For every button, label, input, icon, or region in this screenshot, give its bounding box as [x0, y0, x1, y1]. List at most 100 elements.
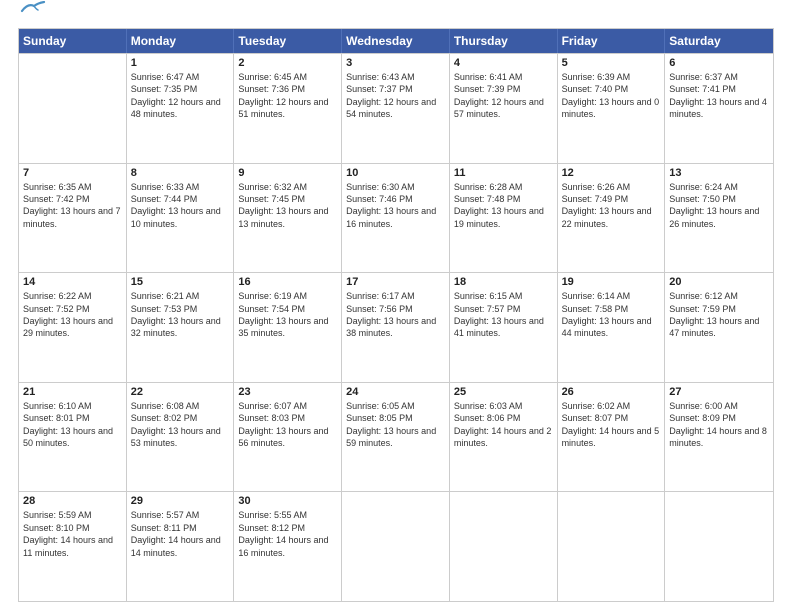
- calendar-cell: 2Sunrise: 6:45 AM Sunset: 7:36 PM Daylig…: [234, 54, 342, 163]
- calendar-cell: [19, 54, 127, 163]
- cell-info: Sunrise: 6:33 AM Sunset: 7:44 PM Dayligh…: [131, 181, 230, 231]
- calendar-cell: 30Sunrise: 5:55 AM Sunset: 8:12 PM Dayli…: [234, 492, 342, 601]
- day-number: 23: [238, 386, 337, 398]
- cell-info: Sunrise: 6:47 AM Sunset: 7:35 PM Dayligh…: [131, 71, 230, 121]
- calendar-cell: 8 Sunrise: 6:33 AM Sunset: 7:44 PM Daylig…: [127, 164, 235, 273]
- cal-header-day: Tuesday: [234, 29, 342, 53]
- calendar-cell: 22Sunrise: 6:08 AM Sunset: 8:02 PM Dayli…: [127, 383, 235, 492]
- page: SundayMondayTuesdayWednesdayThursdayFrid…: [0, 0, 792, 612]
- cell-info: Sunrise: 6:45 AM Sunset: 7:36 PM Dayligh…: [238, 71, 337, 121]
- calendar-cell: 21 Sunrise: 6:10 AM Sunset: 8:01 PM Dayli…: [19, 383, 127, 492]
- cell-info: Sunrise: 6:19 AM Sunset: 7:54 PM Dayligh…: [238, 290, 337, 340]
- cell-info: Sunrise: 6:41 AM Sunset: 7:39 PM Dayligh…: [454, 71, 553, 121]
- day-number: 19: [562, 276, 661, 288]
- day-number: 11: [454, 167, 553, 179]
- day-number: 13: [669, 167, 769, 179]
- cell-info: Sunrise: 6:14 AM Sunset: 7:58 PM Dayligh…: [562, 290, 661, 340]
- cell-info: Sunrise: 6:03 AM Sunset: 8:06 PM Dayligh…: [454, 400, 553, 450]
- cell-info: Sunrise: 6:32 AM Sunset: 7:45 PM Dayligh…: [238, 181, 337, 231]
- calendar-cell: 1 Sunrise: 6:47 AM Sunset: 7:35 PM Daylig…: [127, 54, 235, 163]
- cell-info: Sunrise: 6:08 AM Sunset: 8:02 PM Dayligh…: [131, 400, 230, 450]
- day-number: 18: [454, 276, 553, 288]
- cell-info: Sunrise: 6:15 AM Sunset: 7:57 PM Dayligh…: [454, 290, 553, 340]
- calendar-cell: 15 Sunrise: 6:21 AM Sunset: 7:53 PM Dayli…: [127, 273, 235, 382]
- calendar: SundayMondayTuesdayWednesdayThursdayFrid…: [18, 28, 774, 602]
- calendar-row: 7 Sunrise: 6:35 AM Sunset: 7:42 PM Daylig…: [19, 163, 773, 273]
- cell-info: Sunrise: 5:57 AM Sunset: 8:11 PM Dayligh…: [131, 509, 230, 559]
- calendar-cell: [665, 492, 773, 601]
- calendar-cell: [558, 492, 666, 601]
- calendar-cell: 23 Sunrise: 6:07 AM Sunset: 8:03 PM Dayli…: [234, 383, 342, 492]
- calendar-cell: 27 Sunrise: 6:00 AM Sunset: 8:09 PM Dayli…: [665, 383, 773, 492]
- calendar-header: SundayMondayTuesdayWednesdayThursdayFrid…: [19, 29, 773, 53]
- calendar-cell: 11 Sunrise: 6:28 AM Sunset: 7:48 PM Dayli…: [450, 164, 558, 273]
- cell-info: Sunrise: 6:05 AM Sunset: 8:05 PM Dayligh…: [346, 400, 445, 450]
- cal-header-day: Saturday: [665, 29, 773, 53]
- cell-info: Sunrise: 6:22 AM Sunset: 7:52 PM Dayligh…: [23, 290, 122, 340]
- day-number: 27: [669, 386, 769, 398]
- day-number: 16: [238, 276, 337, 288]
- cell-info: Sunrise: 6:26 AM Sunset: 7:49 PM Dayligh…: [562, 181, 661, 231]
- calendar-row: 1 Sunrise: 6:47 AM Sunset: 7:35 PM Daylig…: [19, 53, 773, 163]
- cell-info: Sunrise: 6:07 AM Sunset: 8:03 PM Dayligh…: [238, 400, 337, 450]
- cell-info: Sunrise: 6:37 AM Sunset: 7:41 PM Dayligh…: [669, 71, 769, 121]
- cell-info: Sunrise: 6:12 AM Sunset: 7:59 PM Dayligh…: [669, 290, 769, 340]
- calendar-row: 14Sunrise: 6:22 AM Sunset: 7:52 PM Dayli…: [19, 272, 773, 382]
- calendar-cell: 10Sunrise: 6:30 AM Sunset: 7:46 PM Dayli…: [342, 164, 450, 273]
- calendar-cell: 29 Sunrise: 5:57 AM Sunset: 8:11 PM Dayli…: [127, 492, 235, 601]
- cell-info: Sunrise: 5:59 AM Sunset: 8:10 PM Dayligh…: [23, 509, 122, 559]
- logo-bird-icon: [20, 1, 46, 17]
- calendar-cell: 9 Sunrise: 6:32 AM Sunset: 7:45 PM Daylig…: [234, 164, 342, 273]
- calendar-cell: 20 Sunrise: 6:12 AM Sunset: 7:59 PM Dayli…: [665, 273, 773, 382]
- calendar-cell: 17Sunrise: 6:17 AM Sunset: 7:56 PM Dayli…: [342, 273, 450, 382]
- day-number: 21: [23, 386, 122, 398]
- cal-header-day: Wednesday: [342, 29, 450, 53]
- day-number: 28: [23, 495, 122, 507]
- cell-info: Sunrise: 6:35 AM Sunset: 7:42 PM Dayligh…: [23, 181, 122, 231]
- calendar-cell: 14Sunrise: 6:22 AM Sunset: 7:52 PM Dayli…: [19, 273, 127, 382]
- day-number: 10: [346, 167, 445, 179]
- calendar-cell: 16 Sunrise: 6:19 AM Sunset: 7:54 PM Dayli…: [234, 273, 342, 382]
- day-number: 1: [131, 57, 230, 69]
- day-number: 26: [562, 386, 661, 398]
- cal-header-day: Monday: [127, 29, 235, 53]
- calendar-cell: 24 Sunrise: 6:05 AM Sunset: 8:05 PM Dayli…: [342, 383, 450, 492]
- day-number: 24: [346, 386, 445, 398]
- cal-header-day: Sunday: [19, 29, 127, 53]
- cell-info: Sunrise: 6:02 AM Sunset: 8:07 PM Dayligh…: [562, 400, 661, 450]
- day-number: 5: [562, 57, 661, 69]
- day-number: 4: [454, 57, 553, 69]
- calendar-cell: 25 Sunrise: 6:03 AM Sunset: 8:06 PM Dayli…: [450, 383, 558, 492]
- calendar-row: 28 Sunrise: 5:59 AM Sunset: 8:10 PM Dayli…: [19, 491, 773, 601]
- day-number: 20: [669, 276, 769, 288]
- day-number: 12: [562, 167, 661, 179]
- calendar-body: 1 Sunrise: 6:47 AM Sunset: 7:35 PM Daylig…: [19, 53, 773, 601]
- day-number: 6: [669, 57, 769, 69]
- calendar-row: 21 Sunrise: 6:10 AM Sunset: 8:01 PM Dayli…: [19, 382, 773, 492]
- day-number: 30: [238, 495, 337, 507]
- calendar-cell: 28 Sunrise: 5:59 AM Sunset: 8:10 PM Dayli…: [19, 492, 127, 601]
- cell-info: Sunrise: 6:17 AM Sunset: 7:56 PM Dayligh…: [346, 290, 445, 340]
- cell-info: Sunrise: 6:10 AM Sunset: 8:01 PM Dayligh…: [23, 400, 122, 450]
- cell-info: Sunrise: 6:21 AM Sunset: 7:53 PM Dayligh…: [131, 290, 230, 340]
- calendar-cell: 7 Sunrise: 6:35 AM Sunset: 7:42 PM Daylig…: [19, 164, 127, 273]
- day-number: 25: [454, 386, 553, 398]
- cell-info: Sunrise: 6:28 AM Sunset: 7:48 PM Dayligh…: [454, 181, 553, 231]
- cell-info: Sunrise: 6:00 AM Sunset: 8:09 PM Dayligh…: [669, 400, 769, 450]
- calendar-cell: 26 Sunrise: 6:02 AM Sunset: 8:07 PM Dayli…: [558, 383, 666, 492]
- cell-info: Sunrise: 6:24 AM Sunset: 7:50 PM Dayligh…: [669, 181, 769, 231]
- day-number: 29: [131, 495, 230, 507]
- cal-header-day: Thursday: [450, 29, 558, 53]
- calendar-cell: 3Sunrise: 6:43 AM Sunset: 7:37 PM Daylig…: [342, 54, 450, 163]
- calendar-cell: 12 Sunrise: 6:26 AM Sunset: 7:49 PM Dayli…: [558, 164, 666, 273]
- day-number: 3: [346, 57, 445, 69]
- day-number: 9: [238, 167, 337, 179]
- day-number: 8: [131, 167, 230, 179]
- calendar-cell: 5Sunrise: 6:39 AM Sunset: 7:40 PM Daylig…: [558, 54, 666, 163]
- calendar-cell: 6 Sunrise: 6:37 AM Sunset: 7:41 PM Daylig…: [665, 54, 773, 163]
- day-number: 7: [23, 167, 122, 179]
- day-number: 15: [131, 276, 230, 288]
- calendar-cell: [450, 492, 558, 601]
- calendar-cell: 19 Sunrise: 6:14 AM Sunset: 7:58 PM Dayli…: [558, 273, 666, 382]
- calendar-cell: 4 Sunrise: 6:41 AM Sunset: 7:39 PM Daylig…: [450, 54, 558, 163]
